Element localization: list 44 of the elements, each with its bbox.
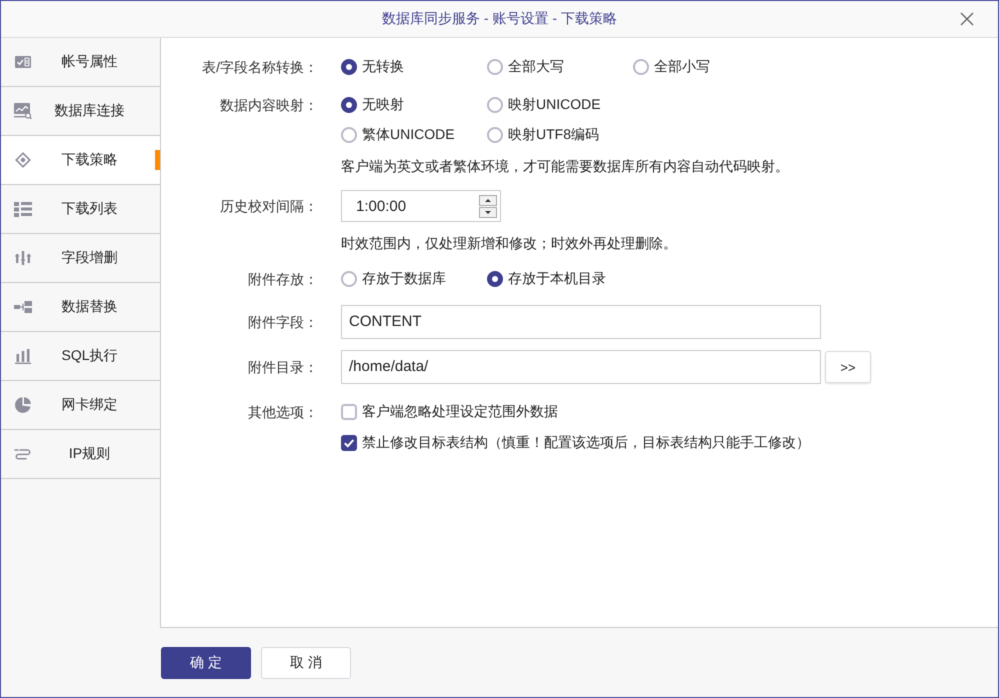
link-icon (14, 448, 32, 460)
radio-option[interactable]: 全部小写 (633, 54, 710, 80)
checklist-card-icon (15, 56, 31, 68)
browse-button[interactable]: >> (825, 351, 871, 383)
spin-up-button[interactable] (479, 194, 497, 206)
sidebar-item[interactable]: 下载策略 (1, 136, 160, 185)
pie-chart-icon (15, 397, 31, 413)
radio-option[interactable]: 全部大写 (487, 54, 564, 80)
close-icon (960, 12, 974, 26)
radio-option[interactable]: 无转换 (341, 54, 404, 80)
radio-option[interactable]: 映射UTF8编码 (487, 122, 599, 148)
text-field[interactable]: CONTENT (341, 305, 821, 339)
field-label: 附件目录： (247, 358, 318, 377)
column-bars-icon (15, 251, 31, 265)
blocks-icon (14, 301, 32, 313)
list-icon (14, 202, 32, 216)
cancel-button[interactable]: 取 消 (261, 647, 351, 679)
window-title: 数据库同步服务 - 账号设置 - 下载策略 (382, 10, 617, 28)
field-label: 表/字段名称转换： (201, 58, 318, 77)
diamond-icon (15, 152, 31, 168)
hint-text: 时效范围内，仅处理新增和修改；时效外再处理删除。 (341, 234, 677, 253)
radio-option[interactable]: 存放于数据库 (341, 266, 446, 292)
radio-option[interactable]: 无映射 (341, 92, 404, 118)
caret-down-icon (485, 210, 491, 214)
selected-marker (155, 150, 160, 170)
monitor-chart-icon (14, 103, 32, 119)
caret-up-icon (485, 198, 491, 202)
radio-option[interactable]: 映射UNICODE (487, 92, 601, 118)
close-button[interactable] (960, 12, 974, 26)
field-label: 附件存放： (247, 270, 318, 289)
bar-chart-icon (15, 348, 31, 364)
time-field[interactable]: 1:00:00 (341, 190, 501, 222)
ok-button[interactable]: 确 定 (161, 647, 251, 679)
checkbox-option[interactable]: 禁止修改目标表结构（慎重！配置该选项后，目标表结构只能手工修改） (341, 430, 810, 456)
field-label: 其他选项： (247, 403, 318, 422)
radio-option[interactable]: 存放于本机目录 (487, 266, 606, 292)
spin-down-button[interactable] (479, 206, 497, 218)
hint-text: 客户端为英文或者繁体环境，才可能需要数据库所有内容自动代码映射。 (341, 157, 789, 176)
path-field[interactable]: /home/data/ (341, 350, 821, 384)
field-label: 附件字段： (247, 313, 318, 332)
checkbox-option[interactable]: 客户端忽略处理设定范围外数据 (341, 399, 810, 425)
field-label: 数据内容映射： (219, 96, 318, 115)
radio-option[interactable]: 繁体UNICODE (341, 122, 455, 148)
field-label: 历史校对间隔： (219, 197, 318, 216)
